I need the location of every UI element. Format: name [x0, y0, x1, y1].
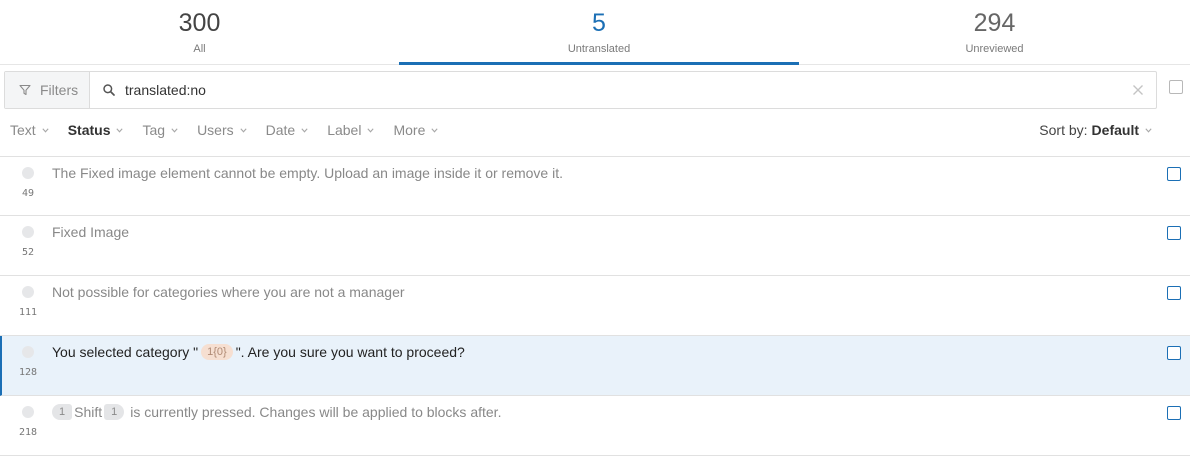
- filter-more-label: More: [393, 122, 426, 138]
- search-bar: Filters: [4, 71, 1157, 109]
- filter-date-label: Date: [265, 122, 296, 138]
- filter-date[interactable]: Date: [266, 122, 309, 138]
- chevron-down-icon: [116, 127, 124, 133]
- list-item[interactable]: 218 1 Shift 1 is currently pressed. Chan…: [0, 396, 1190, 456]
- filter-more[interactable]: More: [393, 122, 438, 138]
- status-dot-icon: [22, 226, 34, 238]
- search-field: [90, 72, 1156, 108]
- filter-users[interactable]: Users: [197, 122, 247, 138]
- filter-status-label: Status: [67, 122, 111, 138]
- chevron-down-icon: [171, 127, 178, 133]
- string-list: 49 The Fixed image element cannot be emp…: [0, 156, 1190, 456]
- string-text-after: ". Are you sure you want to proceed?: [235, 344, 465, 360]
- filter-bar: Text Status Tag Users Date Label More: [10, 121, 457, 139]
- status-dot-icon: [22, 346, 34, 358]
- filter-users-label: Users: [197, 122, 234, 138]
- string-id: 128: [18, 367, 38, 378]
- tab-untranslated-label: Untranslated: [567, 43, 631, 55]
- chevron-down-icon: [240, 127, 247, 133]
- filter-tag-label: Tag: [142, 122, 166, 138]
- tag-token-open: 1: [52, 404, 73, 420]
- row-checkbox[interactable]: [1167, 406, 1181, 420]
- chevron-down-icon: [431, 127, 438, 133]
- sort-prefix: Sort by:: [1039, 122, 1088, 138]
- sort-dropdown[interactable]: Sort by: Default: [1039, 121, 1152, 139]
- row-checkbox[interactable]: [1167, 346, 1181, 360]
- string-text: You selected category " 1{0} ". Are you …: [52, 343, 465, 361]
- string-text: 1 Shift 1 is currently pressed. Changes …: [52, 403, 501, 421]
- list-item[interactable]: 52 Fixed Image: [0, 216, 1190, 276]
- chevron-down-icon: [42, 127, 49, 133]
- tab-all[interactable]: 300 All: [0, 0, 399, 64]
- string-text: The Fixed image element cannot be empty.…: [52, 165, 563, 181]
- row-checkbox[interactable]: [1167, 167, 1181, 181]
- tab-all-label: All: [193, 43, 206, 55]
- filter-label-label: Label: [327, 122, 362, 138]
- string-text: Fixed Image: [52, 224, 130, 240]
- tab-unreviewed-count: 294: [973, 9, 1016, 37]
- filter-label[interactable]: Label: [327, 122, 375, 138]
- close-icon[interactable]: [1132, 84, 1144, 96]
- search-input[interactable]: [125, 82, 1105, 98]
- stats-tabs: 300 All 5 Untranslated 294 Unreviewed: [0, 0, 1190, 65]
- filters-button[interactable]: Filters: [5, 72, 90, 108]
- tab-all-count: 300: [178, 9, 221, 37]
- string-id: 52: [21, 247, 35, 258]
- tagged-word: Shift: [74, 404, 103, 420]
- tab-untranslated[interactable]: 5 Untranslated: [399, 0, 799, 65]
- string-id: 111: [18, 307, 38, 318]
- row-checkbox[interactable]: [1167, 286, 1181, 300]
- filter-status[interactable]: Status: [68, 122, 124, 138]
- chevron-down-icon: [367, 127, 375, 133]
- filter-tag[interactable]: Tag: [142, 122, 178, 138]
- tag-token-close: 1: [104, 404, 125, 420]
- tab-untranslated-count: 5: [592, 9, 606, 37]
- search-icon: [103, 84, 115, 96]
- list-item[interactable]: 111 Not possible for categories where yo…: [0, 276, 1190, 336]
- filter-text-label: Text: [10, 122, 36, 138]
- active-tab-indicator: [399, 62, 799, 65]
- chevron-down-icon: [301, 127, 308, 133]
- tab-unreviewed[interactable]: 294 Unreviewed: [799, 0, 1190, 64]
- string-text-after: is currently pressed. Changes will be ap…: [130, 404, 502, 420]
- string-text: Not possible for categories where you ar…: [52, 284, 405, 300]
- sort-value: Default: [1091, 122, 1139, 138]
- filter-text[interactable]: Text: [10, 122, 49, 138]
- placeholder-token: 1{0}: [201, 344, 233, 360]
- list-item-selected[interactable]: 128 You selected category " 1{0} ". Are …: [0, 336, 1190, 396]
- tab-unreviewed-label: Unreviewed: [965, 43, 1024, 55]
- string-id: 218: [18, 427, 38, 438]
- status-dot-icon: [22, 406, 34, 418]
- filters-label: Filters: [40, 82, 79, 98]
- chevron-down-icon: [1145, 127, 1152, 133]
- string-text-before: You selected category ": [52, 344, 199, 360]
- status-dot-icon: [22, 286, 34, 298]
- select-all-checkbox[interactable]: [1169, 80, 1183, 94]
- status-dot-icon: [22, 167, 34, 179]
- string-id: 49: [21, 188, 35, 199]
- list-item[interactable]: 49 The Fixed image element cannot be emp…: [0, 157, 1190, 216]
- funnel-icon: [19, 84, 31, 96]
- row-checkbox[interactable]: [1167, 226, 1181, 240]
